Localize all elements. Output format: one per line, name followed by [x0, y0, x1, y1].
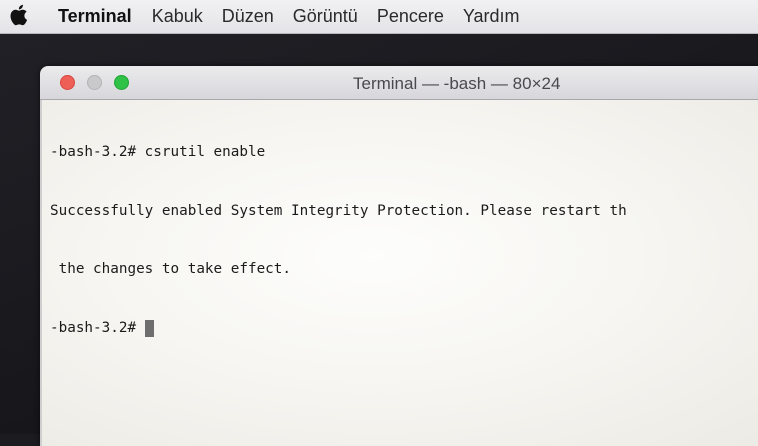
terminal-line-command: -bash-3.2# csrutil enable [50, 144, 266, 160]
menu-terminal[interactable]: Terminal [58, 6, 132, 27]
window-left-border [40, 100, 42, 446]
close-button[interactable] [60, 75, 75, 90]
text-cursor [145, 319, 155, 337]
terminal-output: -bash-3.2# csrutil enable Successfully e… [50, 104, 627, 377]
apple-logo-icon[interactable] [6, 1, 30, 29]
terminal-window: Terminal — -bash — 80×24 -bash-3.2# csru… [40, 66, 758, 446]
menu-goruntu[interactable]: Görüntü [293, 6, 358, 27]
minimize-button[interactable] [87, 75, 102, 90]
menu-kabuk[interactable]: Kabuk [152, 6, 203, 27]
window-titlebar[interactable]: Terminal — -bash — 80×24 [40, 66, 758, 100]
window-title: Terminal — -bash — 80×24 [353, 74, 561, 93]
menu-duzen[interactable]: Düzen [222, 6, 274, 27]
terminal-prompt: -bash-3.2# [50, 319, 137, 336]
menu-pencere[interactable]: Pencere [377, 6, 444, 27]
terminal-prompt-line: -bash-3.2# [50, 319, 627, 339]
menu-bar: Terminal Kabuk Düzen Görüntü Pencere Yar… [0, 0, 758, 34]
zoom-button[interactable] [114, 75, 129, 90]
menu-yardim[interactable]: Yardım [463, 6, 520, 27]
terminal-line-output-continued: the changes to take effect. [50, 261, 292, 277]
terminal-line-output: Successfully enabled System Integrity Pr… [50, 202, 627, 219]
terminal-content[interactable]: -bash-3.2# csrutil enable Successfully e… [40, 100, 758, 446]
